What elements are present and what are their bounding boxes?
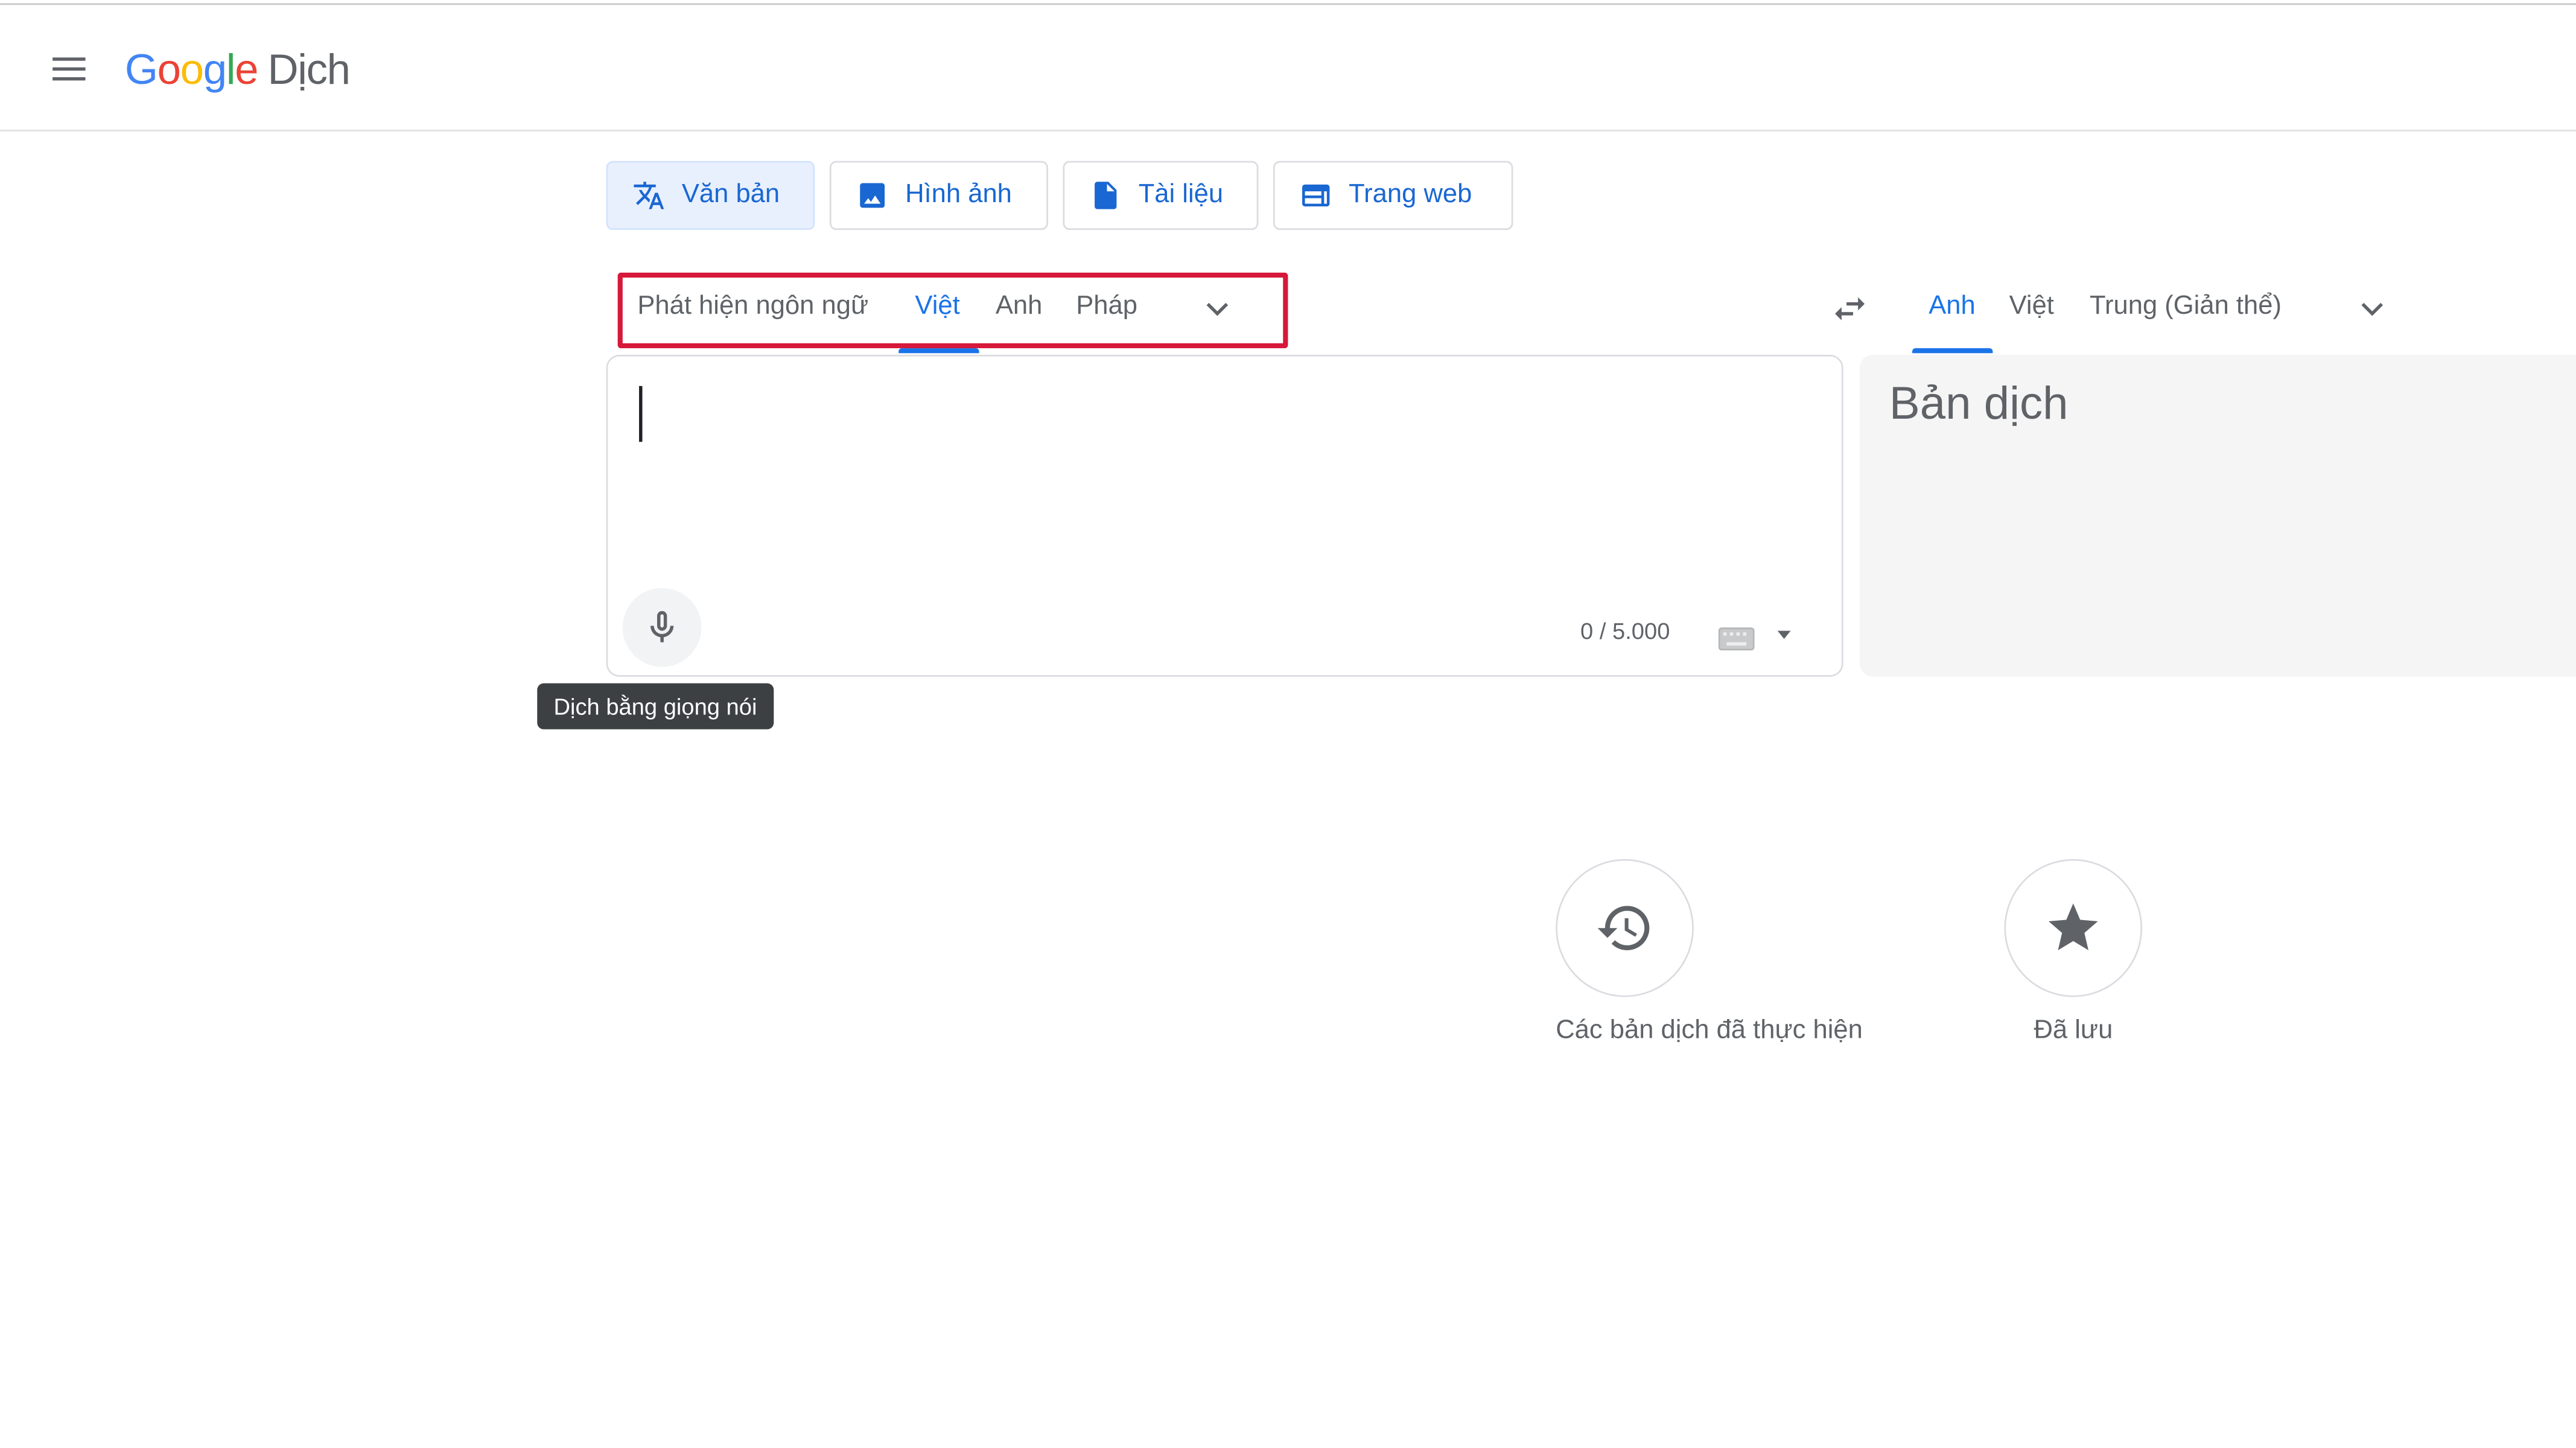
web-icon: [1302, 184, 1330, 207]
swap-languages-icon[interactable]: [1830, 289, 1869, 328]
tab-text[interactable]: Văn bản: [606, 160, 815, 230]
header-divider: [0, 130, 2576, 132]
target-lang-selected-indicator: [1912, 348, 1993, 354]
tab-images-label: Hình ảnh: [905, 180, 1012, 209]
translate-icon: [634, 182, 664, 209]
tab-text-label: Văn bản: [681, 180, 780, 209]
window-top-border: [0, 3, 2576, 5]
target-lang-trung[interactable]: Trung (Giản thể): [2090, 289, 2282, 325]
target-lang-viet[interactable]: Việt: [2009, 289, 2054, 325]
translation-placeholder: Bản dịch: [1889, 378, 2069, 429]
keyboard-icon[interactable]: [1718, 627, 1755, 651]
history-button[interactable]: [1556, 859, 1694, 997]
source-lang-more-chevron-down-icon[interactable]: [1201, 293, 1233, 325]
history-icon: [1597, 906, 1650, 950]
tab-websites[interactable]: Trang web: [1273, 160, 1513, 230]
history-label[interactable]: Các bản dịch đã thực hiện: [1556, 1017, 1863, 1046]
target-lang-anh[interactable]: Anh: [1929, 289, 1976, 325]
saved-button[interactable]: [2004, 859, 2143, 997]
product-name: Dịch: [267, 44, 351, 94]
tab-images[interactable]: Hình ảnh: [829, 160, 1048, 230]
source-lang-viet[interactable]: Việt: [915, 289, 959, 325]
document-icon: [1095, 182, 1117, 209]
tab-websites-label: Trang web: [1349, 180, 1472, 209]
tab-documents[interactable]: Tài liệu: [1063, 160, 1259, 230]
tab-documents-label: Tài liệu: [1138, 180, 1224, 209]
source-lang-anh[interactable]: Anh: [996, 289, 1043, 325]
voice-input-button[interactable]: [622, 588, 702, 667]
image-icon: [860, 183, 885, 208]
saved-label[interactable]: Đã lưu: [2034, 1017, 2113, 1046]
source-lang-phap[interactable]: Pháp: [1076, 289, 1137, 325]
text-cursor: [639, 386, 643, 442]
menu-icon[interactable]: [49, 49, 89, 89]
microphone-icon: [650, 611, 674, 643]
translate-page: Google Dịch Văn bản Hình ảnh Tài liệu Tra…: [0, 0, 2576, 1443]
character-counter: 0 / 5.000: [1580, 617, 1670, 644]
input-tools-dropdown-icon[interactable]: [1771, 621, 1798, 647]
google-translate-logo[interactable]: Google Dịch: [125, 39, 351, 98]
detect-language-option[interactable]: Phát hiện ngôn ngữ: [637, 289, 868, 325]
target-lang-more-chevron-down-icon[interactable]: [2356, 293, 2388, 325]
source-lang-selected-indicator: [898, 348, 979, 354]
star-icon: [2048, 903, 2098, 950]
voice-input-tooltip: Dịch bằng giọng nói: [537, 683, 774, 729]
